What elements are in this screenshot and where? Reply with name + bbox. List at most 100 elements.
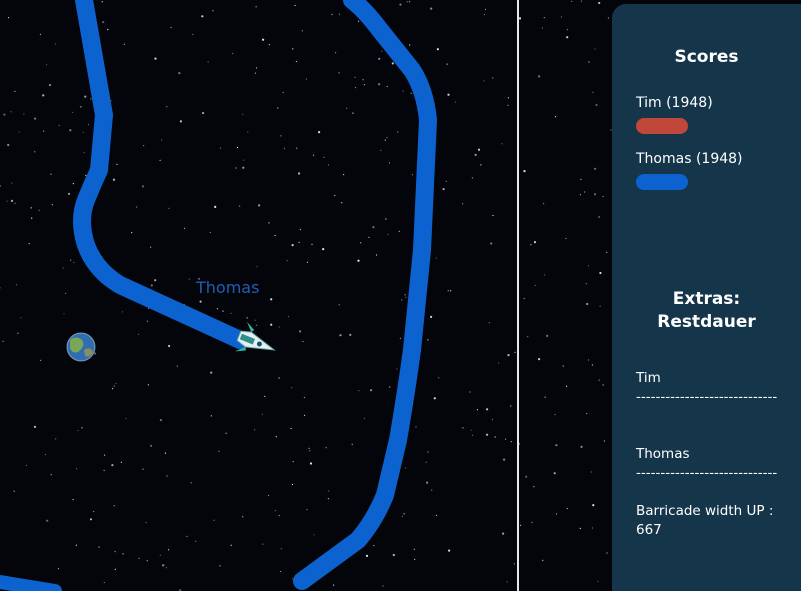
star xyxy=(280,135,282,137)
star xyxy=(83,152,85,154)
star xyxy=(541,27,544,29)
star xyxy=(166,106,168,108)
star xyxy=(542,559,544,561)
star xyxy=(7,17,10,19)
star xyxy=(408,1,411,3)
star xyxy=(230,544,232,546)
star xyxy=(46,519,49,522)
star xyxy=(358,20,360,22)
star xyxy=(380,149,382,151)
star xyxy=(65,292,67,294)
star xyxy=(352,112,354,114)
star xyxy=(43,130,45,132)
star xyxy=(543,203,545,205)
star xyxy=(0,287,1,289)
star xyxy=(170,26,172,29)
star xyxy=(0,185,1,187)
star xyxy=(164,452,167,454)
star xyxy=(161,139,163,141)
star xyxy=(17,332,19,334)
star xyxy=(107,29,109,31)
star xyxy=(580,0,583,2)
star xyxy=(595,103,598,107)
star xyxy=(313,534,315,536)
star xyxy=(294,4,296,7)
star xyxy=(405,296,407,298)
star xyxy=(427,451,429,453)
star xyxy=(372,226,375,229)
star xyxy=(588,61,590,63)
star xyxy=(396,368,398,370)
star xyxy=(34,117,37,120)
star xyxy=(154,279,157,282)
star xyxy=(533,486,535,488)
star xyxy=(560,16,563,18)
star xyxy=(598,379,600,381)
star xyxy=(256,266,258,268)
star xyxy=(599,271,602,275)
star xyxy=(591,527,594,529)
star xyxy=(462,427,464,429)
star xyxy=(209,231,211,234)
star xyxy=(73,261,75,264)
star xyxy=(474,153,477,156)
star xyxy=(218,450,220,452)
star xyxy=(33,425,37,428)
star xyxy=(492,214,494,217)
star xyxy=(398,230,400,232)
star xyxy=(403,513,405,515)
star xyxy=(72,111,74,113)
star xyxy=(287,315,290,318)
star xyxy=(566,29,569,31)
star xyxy=(397,131,399,133)
star xyxy=(414,558,416,561)
star xyxy=(62,267,64,269)
star xyxy=(358,390,360,392)
star xyxy=(607,17,610,19)
star xyxy=(450,290,452,292)
star xyxy=(69,129,72,132)
star xyxy=(138,557,140,560)
star xyxy=(360,242,362,244)
star xyxy=(382,585,384,587)
star xyxy=(292,461,294,463)
star xyxy=(523,297,525,300)
star xyxy=(483,80,485,82)
player-color-bar-thomas xyxy=(636,174,688,190)
star xyxy=(165,567,167,569)
star xyxy=(154,57,157,60)
star xyxy=(178,72,181,75)
star xyxy=(513,563,515,565)
star xyxy=(338,13,340,15)
star xyxy=(401,299,403,301)
star xyxy=(591,364,594,366)
star xyxy=(280,548,282,550)
star xyxy=(278,377,280,379)
star xyxy=(57,568,60,570)
star xyxy=(13,490,15,492)
star xyxy=(386,85,388,88)
star xyxy=(411,174,414,176)
star xyxy=(312,154,315,156)
player-score-tim: Tim (1948) xyxy=(636,95,713,111)
star xyxy=(25,464,27,466)
star xyxy=(122,553,124,555)
star xyxy=(448,549,451,552)
star xyxy=(147,384,149,386)
star xyxy=(586,413,588,415)
star xyxy=(304,414,306,416)
star xyxy=(299,228,301,231)
star xyxy=(593,193,597,196)
star xyxy=(102,21,105,24)
star xyxy=(111,388,114,390)
star xyxy=(401,515,403,518)
star xyxy=(497,362,500,364)
star xyxy=(31,217,33,219)
star xyxy=(254,72,257,74)
star xyxy=(98,546,100,548)
star xyxy=(405,467,407,469)
star xyxy=(410,92,412,94)
star xyxy=(190,482,192,484)
star xyxy=(484,8,487,10)
star xyxy=(579,194,582,196)
